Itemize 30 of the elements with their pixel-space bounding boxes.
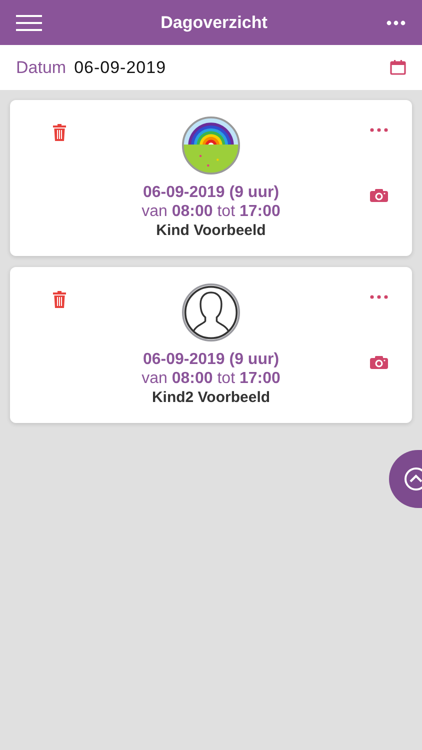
more-icon (370, 128, 388, 132)
camera-button[interactable] (370, 188, 388, 202)
time-range: van 08:00 tot 17:00 (142, 202, 280, 221)
child-name: Kind Voorbeeld (156, 221, 266, 240)
trash-icon (52, 124, 66, 141)
menu-button[interactable] (16, 14, 42, 32)
camera-button[interactable] (370, 355, 388, 369)
menu-icon (16, 14, 42, 32)
calendar-icon (390, 60, 406, 75)
calendar-button[interactable] (390, 60, 406, 75)
avatar-icon (180, 283, 242, 342)
time-range: van 08:00 tot 17:00 (142, 369, 280, 388)
more-button[interactable] (386, 20, 406, 26)
page-title: Dagoverzicht (160, 12, 268, 34)
date-label: Datum (16, 56, 66, 79)
child-name: Kind2 Voorbeeld (152, 388, 270, 407)
chevron-up-icon (404, 467, 422, 491)
scroll-up-button[interactable] (389, 450, 422, 508)
more-icon (370, 295, 388, 299)
entry-card[interactable]: 06-09-2019 (9 uur) van 08:00 tot 17:00 Kind Voorbeeld (10, 100, 412, 256)
more-button[interactable] (370, 295, 388, 299)
trash-icon (52, 291, 66, 308)
camera-icon (370, 188, 388, 202)
entry-card[interactable]: 06-09-2019 (9 uur) van 08:00 tot 17:00 Kind2 Voorbeeld (10, 267, 412, 423)
more-icon (386, 20, 406, 26)
entry-date: 06-09-2019 (9 uur) (142, 183, 280, 202)
more-button[interactable] (370, 128, 388, 132)
camera-icon (370, 355, 388, 369)
date-value[interactable]: 06-09-2019 (74, 54, 390, 80)
entry-date: 06-09-2019 (9 uur) (142, 350, 280, 369)
